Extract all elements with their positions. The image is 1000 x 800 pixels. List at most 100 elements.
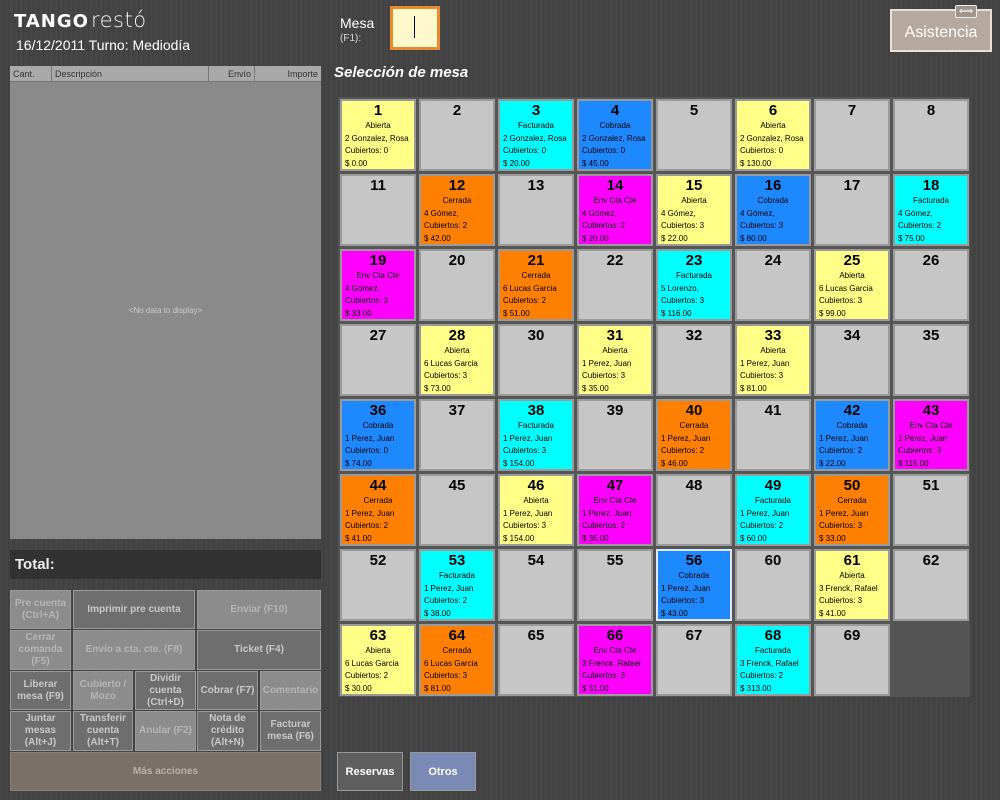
table-35[interactable]: 35: [893, 324, 969, 396]
table-5[interactable]: 5: [656, 99, 732, 171]
table-amount: $ 35.00: [582, 533, 609, 543]
table-17[interactable]: 17: [814, 174, 890, 246]
transferir-cuenta-button[interactable]: Transferir cuenta (Alt+T): [73, 711, 133, 751]
table-12[interactable]: 12 Cerrada 4 Gómez, Cubiertos: 2 $ 42.00: [419, 174, 495, 246]
table-63[interactable]: 63 Abierta 6 Lucas Garcia Cubiertos: 2 $ 30.…: [340, 624, 416, 696]
table-53[interactable]: 53 Facturada 1 Perez, Juan Cubiertos: 2 $ 38…: [419, 549, 495, 621]
table-69[interactable]: 69: [814, 624, 890, 696]
order-grid[interactable]: Cant. Descripción Envío Importe <No data…: [10, 66, 321, 539]
table-1[interactable]: 1 Abierta 2 Gonzalez, Rosa Cubiertos: 0 $ 0.…: [340, 99, 416, 171]
table-47[interactable]: 47 Env Cta Cte 1 Perez, Juan Cubiertos: 2 $ …: [577, 474, 653, 546]
table-14[interactable]: 14 Env Cta Cte 4 Gómez, Cubiertos: 2 $ 20.00: [577, 174, 653, 246]
column-importe[interactable]: Importe: [255, 66, 321, 81]
table-8[interactable]: 8: [893, 99, 969, 171]
mesa-input[interactable]: [390, 6, 440, 50]
table-33[interactable]: 33 Abierta 1 Perez, Juan Cubiertos: 3 $ 81.0…: [735, 324, 811, 396]
table-56[interactable]: 56 Cobrada 1 Perez, Juan Cubiertos: 3 $ 43.0…: [656, 549, 732, 621]
table-30[interactable]: 30: [498, 324, 574, 396]
table-49[interactable]: 49 Facturada 1 Perez, Juan Cubiertos: 2 $ 60…: [735, 474, 811, 546]
anular-button[interactable]: Anular (F2): [135, 711, 196, 751]
dividir-cuenta-button[interactable]: Dividir cuenta (Ctrl+D): [135, 671, 196, 710]
table-62[interactable]: 62: [893, 549, 969, 621]
enviar-button[interactable]: Enviar (F10): [197, 590, 321, 629]
table-52[interactable]: 52: [340, 549, 416, 621]
table-client: 4 Gómez,: [582, 208, 617, 218]
pre-cuenta-button[interactable]: Pre cuenta (Ctrl+A): [10, 590, 71, 629]
table-41[interactable]: 41: [735, 399, 811, 471]
table-38[interactable]: 38 Facturada 1 Perez, Juan Cubiertos: 3 $ 15…: [498, 399, 574, 471]
table-65[interactable]: 65: [498, 624, 574, 696]
mas-acciones-button[interactable]: Más acciones: [10, 752, 321, 791]
table-amount: $ 51.00: [503, 308, 530, 318]
table-25[interactable]: 25 Abierta 6 Lucas Garcia Cubiertos: 3 $ 99.…: [814, 249, 890, 321]
table-68[interactable]: 68 Facturada 3 Frenck, Rafael Cubiertos: 2 $…: [735, 624, 811, 696]
tab-otros[interactable]: Otros: [410, 752, 476, 791]
table-7[interactable]: 7: [814, 99, 890, 171]
table-status: Abierta: [839, 571, 865, 580]
table-64[interactable]: 64 Cerrada 6 Lucas Garcia Cubiertos: 3 $ 81.…: [419, 624, 495, 696]
facturar-mesa-button[interactable]: Facturar mesa (F6): [260, 711, 321, 751]
table-61[interactable]: 61 Abierta 3 Frenck, Rafael Cubiertos: 3 $ 4…: [814, 549, 890, 621]
table-19[interactable]: 19 Env Cta Cte 4 Gómez, Cubiertos: 3 $ 33.00: [340, 249, 416, 321]
cerrar-comanda-button[interactable]: Cerrar comanda (F5): [10, 630, 71, 670]
table-3[interactable]: 3 Facturada 2 Gonzalez, Rosa Cubiertos: 0 $ …: [498, 99, 574, 171]
table-40[interactable]: 40 Cerrada 1 Perez, Juan Cubiertos: 2 $ 46.0…: [656, 399, 732, 471]
table-36[interactable]: 36 Cobrada 1 Perez, Juan Cubiertos: 0 $ 74.0…: [340, 399, 416, 471]
table-37[interactable]: 37: [419, 399, 495, 471]
table-13[interactable]: 13: [498, 174, 574, 246]
tab-reservas[interactable]: Reservas: [337, 752, 403, 791]
table-number: 27: [369, 327, 387, 344]
liberar-mesa-button[interactable]: Liberar mesa (F9): [10, 671, 71, 710]
table-6[interactable]: 6 Abierta 2 Gonzalez, Rosa Cubiertos: 0 $ 13…: [735, 99, 811, 171]
swap-icon[interactable]: ⟺: [955, 5, 977, 18]
table-27[interactable]: 27: [340, 324, 416, 396]
column-envio[interactable]: Envío: [209, 66, 255, 81]
table-39[interactable]: 39: [577, 399, 653, 471]
cubierto-mozo-button[interactable]: Cubierto / Mozo: [73, 671, 133, 710]
nota-credito-button[interactable]: Nota de crédito (Alt+N): [197, 711, 258, 751]
table-cubiertos: Cubiertos: 3: [819, 596, 863, 605]
column-descripcion[interactable]: Descripción: [52, 66, 209, 81]
table-60[interactable]: 60: [735, 549, 811, 621]
table-4[interactable]: 4 Cobrada 2 Gonzalez, Rosa Cubiertos: 0 $ 45…: [577, 99, 653, 171]
table-45[interactable]: 45: [419, 474, 495, 546]
table-51[interactable]: 51: [893, 474, 969, 546]
table-48[interactable]: 48: [656, 474, 732, 546]
table-24[interactable]: 24: [735, 249, 811, 321]
comentario-button[interactable]: Comentario: [260, 671, 321, 710]
table-43[interactable]: 43 Env Cta Cte 1 Perez, Juan Cubiertos: 3 $ …: [893, 399, 969, 471]
table-28[interactable]: 28 Abierta 6 Lucas Garcia Cubiertos: 3 $ 73.…: [419, 324, 495, 396]
table-66[interactable]: 66 Env Cta Cte 3 Frenck, Rafael Cubiertos: …: [577, 624, 653, 696]
table-number: 3: [531, 102, 541, 119]
table-18[interactable]: 18 Facturada 4 Gómez, Cubiertos: 2 $ 75.00: [893, 174, 969, 246]
table-34[interactable]: 34: [814, 324, 890, 396]
envio-cta-cte-button[interactable]: Envío a cta. cte. (F8): [73, 630, 195, 670]
table-46[interactable]: 46 Abierta 1 Perez, Juan Cubiertos: 3 $ 154.…: [498, 474, 574, 546]
table-44[interactable]: 44 Cerrada 1 Perez, Juan Cubiertos: 2 $ 41.0…: [340, 474, 416, 546]
table-11[interactable]: 11: [340, 174, 416, 246]
table-55[interactable]: 55: [577, 549, 653, 621]
table-status: Facturada: [438, 571, 476, 580]
imprimir-pre-cuenta-button[interactable]: Imprimir pre cuenta: [73, 590, 195, 629]
ticket-button[interactable]: Ticket (F4): [197, 630, 321, 670]
table-67[interactable]: 67: [656, 624, 732, 696]
cobrar-button[interactable]: Cobrar (F7): [197, 671, 258, 710]
table-50[interactable]: 50 Cerrada 1 Perez, Juan Cubiertos: 3 $ 33.0…: [814, 474, 890, 546]
table-54[interactable]: 54: [498, 549, 574, 621]
table-23[interactable]: 23 Facturada 5 Lorenzo, Cubiertos: 3 $ 116.0…: [656, 249, 732, 321]
table-42[interactable]: 42 Cobrada 1 Perez, Juan Cubiertos: 2 $ 22.0…: [814, 399, 890, 471]
table-15[interactable]: 15 Abierta 4 Gómez, Cubiertos: 3 $ 22.00: [656, 174, 732, 246]
table-2[interactable]: 2: [419, 99, 495, 171]
table-number: 48: [685, 477, 703, 494]
table-20[interactable]: 20: [419, 249, 495, 321]
table-32[interactable]: 32: [656, 324, 732, 396]
table-26[interactable]: 26: [893, 249, 969, 321]
juntar-mesas-button[interactable]: Juntar mesas (Alt+J): [10, 711, 71, 751]
table-cubiertos: Cubiertos: 2: [582, 521, 626, 530]
table-21[interactable]: 21 Cerrada 6 Lucas Garcia Cubiertos: 2 $ 51.…: [498, 249, 574, 321]
table-31[interactable]: 31 Abierta 1 Perez, Juan Cubiertos: 3 $ 35.0…: [577, 324, 653, 396]
table-16[interactable]: 16 Cobrada 4 Gómez, Cubiertos: 3 $ 80.00: [735, 174, 811, 246]
column-cant[interactable]: Cant.: [10, 66, 52, 81]
table-number: 23: [685, 252, 703, 269]
table-22[interactable]: 22: [577, 249, 653, 321]
